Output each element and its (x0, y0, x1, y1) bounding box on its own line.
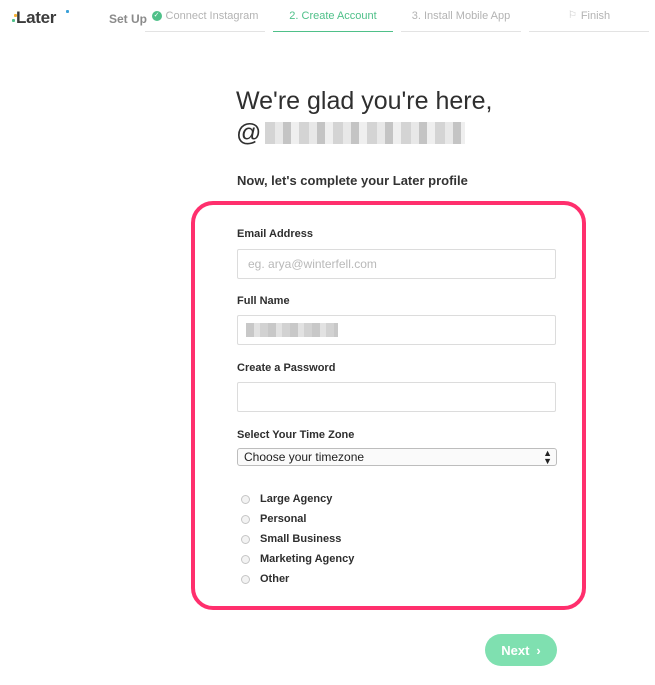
radio-other[interactable]: Other (241, 573, 289, 585)
logo-dot (14, 14, 17, 17)
chevron-right-icon: › (536, 642, 541, 658)
step-label: Finish (580, 9, 611, 22)
step-connect-instagram[interactable]: ✓ Connect Instagram (145, 0, 265, 32)
step-install-mobile-app[interactable]: 3. Install Mobile App (401, 0, 521, 32)
radio-label: Personal (260, 513, 307, 525)
logo-dot (12, 19, 15, 22)
email-field[interactable] (237, 249, 556, 279)
timezone-selected-value: Choose your timezone (244, 450, 365, 464)
handle-prefix: @ (236, 119, 262, 147)
instagram-handle: @ (236, 118, 466, 148)
check-circle-icon: ✓ (151, 10, 162, 21)
logo-text: Later (16, 8, 57, 27)
radio-label: Marketing Agency (260, 553, 355, 565)
select-arrows-icon: ▲ ▼ (543, 448, 552, 466)
later-logo[interactable]: Later (12, 8, 69, 28)
next-label: Next (501, 642, 530, 658)
radio-label: Large Agency (260, 493, 333, 505)
step-finish[interactable]: ⚐ Finish (529, 0, 649, 32)
timezone-select[interactable]: Choose your timezone ▲ ▼ (237, 448, 557, 466)
step-label: 2. Create Account (289, 9, 377, 22)
logo-dot (66, 10, 69, 13)
radio-small-business[interactable]: Small Business (241, 533, 341, 545)
radio-button[interactable] (241, 514, 250, 524)
step-label: Connect Instagram (165, 9, 259, 22)
redacted-full-name (246, 323, 338, 337)
radio-label: Other (260, 573, 290, 585)
radio-marketing-agency[interactable]: Marketing Agency (241, 553, 354, 565)
step-create-account[interactable]: 2. Create Account (273, 0, 393, 32)
radio-personal[interactable]: Personal (241, 513, 306, 525)
password-field[interactable] (237, 382, 556, 412)
radio-button[interactable] (241, 574, 250, 584)
page-title: We're glad you're here, (236, 87, 493, 115)
page-subtitle: Now, let's complete your Later profile (237, 173, 468, 188)
redacted-handle (265, 122, 466, 144)
radio-large-agency[interactable]: Large Agency (241, 493, 332, 505)
radio-button[interactable] (241, 534, 250, 544)
step-label: 3. Install Mobile App (411, 9, 511, 22)
password-label: Create a Password (237, 362, 336, 374)
full-name-label: Full Name (237, 295, 290, 307)
email-label: Email Address (237, 228, 314, 240)
radio-button[interactable] (241, 554, 250, 564)
setup-label: Set Up (109, 12, 148, 26)
radio-button[interactable] (241, 494, 250, 504)
radio-label: Small Business (260, 533, 342, 545)
next-button[interactable]: Next › (485, 634, 557, 666)
flag-icon: ⚐ (567, 10, 577, 21)
timezone-label: Select Your Time Zone (237, 429, 355, 441)
